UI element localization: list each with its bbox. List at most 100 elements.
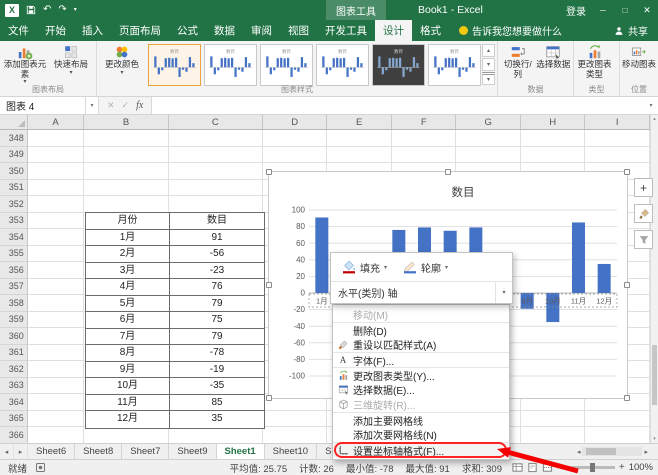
chart-style-3[interactable]: 数目 (260, 44, 313, 86)
month-cell[interactable]: 3月 (86, 263, 170, 280)
cell[interactable] (327, 147, 392, 164)
sheet-tab-sheet9[interactable]: Sheet9 (169, 444, 216, 459)
value-cell[interactable]: 35 (170, 411, 264, 428)
menu-item-select-data[interactable]: 选择数据(E)... (333, 382, 509, 397)
close-button[interactable]: ✕ (636, 0, 658, 20)
chart-element-selector-dropdown-icon[interactable]: ▾ (495, 282, 512, 303)
quick-layout-button[interactable]: 快速布局▾ (48, 42, 94, 86)
chart-handle[interactable] (266, 395, 272, 401)
row-header-365[interactable]: 365 (0, 411, 28, 428)
tab-formulas[interactable]: 公式 (169, 20, 206, 41)
tab-developer[interactable]: 开发工具 (317, 20, 375, 41)
chart-styles-button[interactable] (634, 204, 653, 223)
sheet-tab-sheet6[interactable]: Sheet6 (28, 444, 75, 459)
sheet-tab-sheet1[interactable]: Sheet1 (217, 444, 265, 459)
month-cell[interactable]: 4月 (86, 279, 170, 296)
vscroll-up-icon[interactable]: ▴ (651, 115, 658, 123)
row-header-356[interactable]: 356 (0, 262, 28, 279)
cell[interactable] (327, 130, 392, 147)
cell[interactable] (28, 328, 85, 345)
save-icon[interactable] (26, 5, 36, 15)
hscroll-track[interactable] (582, 447, 642, 456)
cell[interactable] (84, 147, 168, 164)
normal-view-icon[interactable] (512, 462, 523, 473)
row-header-359[interactable]: 359 (0, 312, 28, 329)
sheet-nav-left-icon[interactable]: ◂ (0, 444, 14, 459)
cell[interactable] (28, 246, 85, 263)
sheet-tab-sheet8[interactable]: Sheet8 (75, 444, 122, 459)
gallery-up-icon[interactable]: ▴ (482, 44, 495, 57)
chart-handle[interactable] (624, 169, 630, 175)
chart-element-selector[interactable]: 水平(类别) 轴 ▾ (331, 281, 512, 303)
row-header-357[interactable]: 357 (0, 279, 28, 296)
cell[interactable] (169, 163, 263, 180)
cell[interactable] (169, 147, 263, 164)
macro-record-icon[interactable] (35, 462, 46, 473)
cell[interactable] (263, 147, 328, 164)
cell[interactable] (585, 130, 650, 147)
cell[interactable] (28, 411, 85, 428)
menu-item-change-chart-type[interactable]: 更改图表类型(Y)... (333, 367, 509, 382)
value-cell[interactable]: -56 (170, 246, 264, 263)
row-header-352[interactable]: 352 (0, 196, 28, 213)
column-header-B[interactable]: B (84, 115, 168, 129)
cell[interactable] (263, 411, 328, 428)
fill-dropdown-icon[interactable]: ▾ (384, 264, 387, 271)
month-cell[interactable]: 5月 (86, 296, 170, 313)
tell-me-box[interactable]: 告诉我您想要做什么 (459, 20, 562, 41)
month-cell[interactable]: 6月 (86, 312, 170, 329)
cell[interactable] (263, 427, 328, 443)
column-header-A[interactable]: A (28, 115, 85, 129)
cell[interactable] (456, 147, 521, 164)
value-cell[interactable]: 79 (170, 329, 264, 346)
column-header-D[interactable]: D (263, 115, 328, 129)
cell[interactable] (28, 394, 85, 411)
tab-home[interactable]: 开始 (37, 20, 74, 41)
column-header-H[interactable]: H (521, 115, 586, 129)
cell[interactable] (84, 196, 168, 213)
row-header-353[interactable]: 353 (0, 213, 28, 230)
cell[interactable] (28, 163, 85, 180)
month-cell[interactable]: 2月 (86, 246, 170, 263)
cell[interactable] (28, 295, 85, 312)
sheet-tab-sheet10[interactable]: Sheet10 (265, 444, 317, 459)
cell[interactable] (585, 427, 650, 443)
undo-icon[interactable]: ↶ (43, 5, 51, 15)
value-cell[interactable]: 79 (170, 296, 264, 313)
change-colors-button[interactable]: 更改颜色▾ (99, 42, 145, 86)
vscroll-thumb[interactable] (652, 345, 657, 405)
tab-review[interactable]: 审阅 (243, 20, 280, 41)
formula-bar-expand-icon[interactable]: ▾ (644, 97, 658, 114)
outline-dropdown-icon[interactable]: ▾ (445, 264, 448, 271)
zoom-slider[interactable] (571, 466, 615, 469)
fill-button[interactable]: 填充 ▾ (336, 257, 393, 278)
tab-file[interactable]: 文件 (0, 20, 37, 41)
cell[interactable] (169, 130, 263, 147)
row-header-362[interactable]: 362 (0, 361, 28, 378)
cell[interactable] (28, 361, 85, 378)
tab-view[interactable]: 视图 (280, 20, 317, 41)
month-cell[interactable]: 7月 (86, 329, 170, 346)
hscroll-left-icon[interactable]: ◂ (577, 448, 581, 456)
cell[interactable] (521, 411, 586, 428)
cell[interactable] (585, 147, 650, 164)
value-cell[interactable]: 85 (170, 395, 264, 412)
maximize-button[interactable]: □ (614, 0, 636, 20)
tab-insert[interactable]: 插入 (74, 20, 111, 41)
name-box[interactable]: 图表 4 (0, 97, 86, 114)
column-header-E[interactable]: E (327, 115, 392, 129)
zoom-percent[interactable]: 100% (629, 462, 653, 473)
outline-button[interactable]: 轮廓 ▾ (397, 257, 454, 278)
cell[interactable] (28, 262, 85, 279)
cell[interactable] (263, 130, 328, 147)
menu-item-format-axis[interactable]: 设置坐标轴格式(F)... (333, 442, 509, 457)
table-header[interactable]: 月份 (86, 213, 170, 230)
chart-style-4[interactable]: 数目 (316, 44, 369, 86)
formula-input[interactable] (152, 97, 644, 114)
cell[interactable] (28, 147, 85, 164)
chart-handle[interactable] (266, 282, 272, 288)
value-cell[interactable]: 91 (170, 230, 264, 247)
month-cell[interactable]: 9月 (86, 362, 170, 379)
row-header-355[interactable]: 355 (0, 246, 28, 263)
tab-design[interactable]: 设计 (375, 20, 412, 41)
